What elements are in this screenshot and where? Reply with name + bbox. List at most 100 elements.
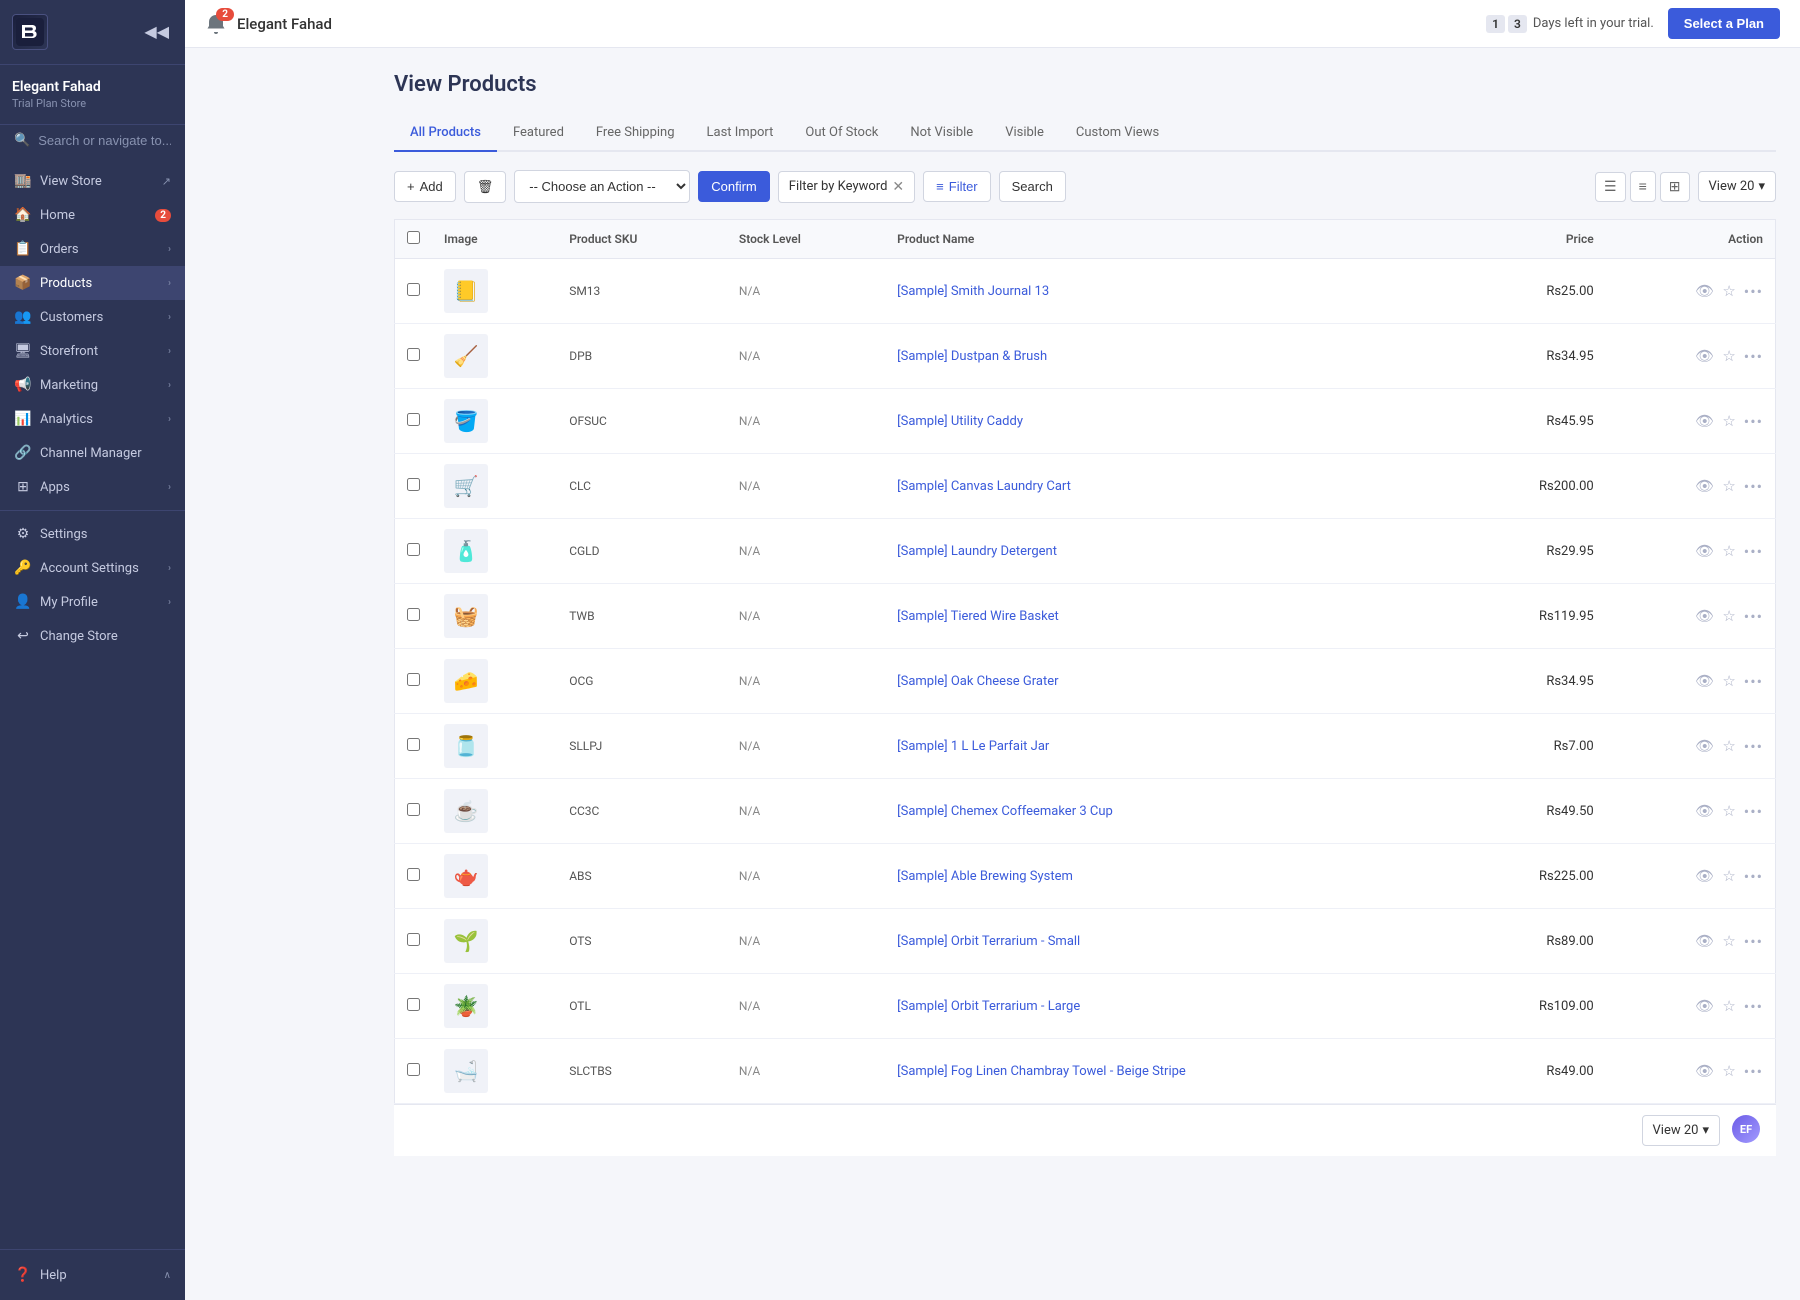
tab-visible[interactable]: Visible [989, 115, 1060, 152]
search-button[interactable]: Search [999, 171, 1066, 202]
star-icon[interactable]: ☆ [1722, 347, 1735, 365]
product-name-link[interactable]: [Sample] Orbit Terrarium - Large [897, 999, 1080, 1014]
product-name-link[interactable]: [Sample] Laundry Detergent [897, 544, 1057, 559]
tab-out-of-stock[interactable]: Out Of Stock [789, 115, 894, 152]
product-name-link[interactable]: [Sample] Canvas Laundry Cart [897, 479, 1071, 494]
star-icon[interactable]: ☆ [1722, 802, 1735, 820]
eye-icon[interactable]: 👁 [1695, 997, 1714, 1015]
more-options-icon[interactable]: ••• [1744, 477, 1763, 496]
eye-icon[interactable]: 👁 [1695, 867, 1714, 885]
star-icon[interactable]: ☆ [1722, 282, 1735, 300]
row-checkbox[interactable] [407, 998, 420, 1011]
sidebar-item-orders[interactable]: 📋 Orders › [0, 232, 185, 266]
eye-icon[interactable]: 👁 [1695, 347, 1714, 365]
confirm-button[interactable]: Confirm [698, 171, 770, 202]
star-icon[interactable]: ☆ [1722, 607, 1735, 625]
sidebar-item-my-profile[interactable]: 👤 My Profile › [0, 585, 185, 619]
eye-icon[interactable]: 👁 [1695, 672, 1714, 690]
eye-icon[interactable]: 👁 [1695, 412, 1714, 430]
row-checkbox[interactable] [407, 413, 420, 426]
sidebar-item-view-store[interactable]: 🏬 View Store ↗ [0, 164, 185, 198]
eye-icon[interactable]: 👁 [1695, 607, 1714, 625]
sidebar-item-home[interactable]: 🏠 Home 2 [0, 198, 185, 232]
more-options-icon[interactable]: ••• [1744, 867, 1763, 886]
search-input[interactable] [38, 133, 171, 148]
sidebar-item-storefront[interactable]: 🖥 Storefront › [0, 334, 185, 368]
sidebar-item-channel-manager[interactable]: 🔗 Channel Manager [0, 436, 185, 470]
star-icon[interactable]: ☆ [1722, 542, 1735, 560]
star-icon[interactable]: ☆ [1722, 867, 1735, 885]
tab-all-products[interactable]: All Products [394, 115, 497, 152]
action-select[interactable]: -- Choose an Action -- Delete Set as Fea… [514, 170, 690, 203]
eye-icon[interactable]: 👁 [1695, 932, 1714, 950]
tab-not-visible[interactable]: Not Visible [894, 115, 989, 152]
star-icon[interactable]: ☆ [1722, 932, 1735, 950]
row-checkbox[interactable] [407, 348, 420, 361]
product-name-link[interactable]: [Sample] Smith Journal 13 [897, 284, 1049, 299]
grid-view-icon[interactable]: ⊞ [1660, 172, 1690, 202]
star-icon[interactable]: ☆ [1722, 672, 1735, 690]
sidebar-item-analytics[interactable]: 📊 Analytics › [0, 402, 185, 436]
select-all-checkbox[interactable] [407, 231, 420, 244]
select-plan-button[interactable]: Select a Plan [1668, 8, 1780, 39]
more-options-icon[interactable]: ••• [1744, 932, 1763, 951]
eye-icon[interactable]: 👁 [1695, 542, 1714, 560]
tab-custom-views[interactable]: Custom Views [1060, 115, 1175, 152]
sidebar-item-help[interactable]: ❓ Help ∧ [0, 1258, 185, 1292]
filter-clear-icon[interactable]: ✕ [892, 179, 904, 195]
star-icon[interactable]: ☆ [1722, 412, 1735, 430]
collapse-sidebar-button[interactable]: ◀◀ [140, 18, 173, 46]
view-20-bottom[interactable]: View 20 ▾ [1642, 1115, 1720, 1146]
sidebar-item-apps[interactable]: ⊞ Apps › [0, 470, 185, 504]
tab-free-shipping[interactable]: Free Shipping [580, 115, 691, 152]
more-options-icon[interactable]: ••• [1744, 282, 1763, 301]
product-name-link[interactable]: [Sample] Oak Cheese Grater [897, 674, 1058, 689]
search-nav[interactable]: 🔍 [0, 125, 185, 156]
more-options-icon[interactable]: ••• [1744, 607, 1763, 626]
product-name-link[interactable]: [Sample] Orbit Terrarium - Small [897, 934, 1080, 949]
compact-view-icon[interactable]: ≡ [1630, 171, 1656, 202]
eye-icon[interactable]: 👁 [1695, 1062, 1714, 1080]
view-20-select[interactable]: View 20 ▾ [1698, 171, 1776, 202]
product-name-link[interactable]: [Sample] Chemex Coffeemaker 3 Cup [897, 804, 1113, 819]
more-options-icon[interactable]: ••• [1744, 997, 1763, 1016]
star-icon[interactable]: ☆ [1722, 1062, 1735, 1080]
more-options-icon[interactable]: ••• [1744, 542, 1763, 561]
eye-icon[interactable]: 👁 [1695, 282, 1714, 300]
star-icon[interactable]: ☆ [1722, 477, 1735, 495]
more-options-icon[interactable]: ••• [1744, 347, 1763, 366]
sidebar-item-customers[interactable]: 👥 Customers › [0, 300, 185, 334]
row-checkbox[interactable] [407, 478, 420, 491]
add-button[interactable]: + Add [394, 171, 456, 202]
star-icon[interactable]: ☆ [1722, 737, 1735, 755]
eye-icon[interactable]: 👁 [1695, 477, 1714, 495]
sidebar-item-account-settings[interactable]: 🔑 Account Settings › [0, 551, 185, 585]
more-options-icon[interactable]: ••• [1744, 672, 1763, 691]
more-options-icon[interactable]: ••• [1744, 1062, 1763, 1081]
filter-button[interactable]: ≡ Filter [923, 171, 990, 202]
row-checkbox[interactable] [407, 868, 420, 881]
more-options-icon[interactable]: ••• [1744, 802, 1763, 821]
more-options-icon[interactable]: ••• [1744, 412, 1763, 431]
list-view-icon[interactable]: ☰ [1595, 172, 1626, 202]
star-icon[interactable]: ☆ [1722, 997, 1735, 1015]
product-name-link[interactable]: [Sample] 1 L Le Parfait Jar [897, 739, 1049, 754]
product-name-link[interactable]: [Sample] Tiered Wire Basket [897, 609, 1059, 624]
sidebar-item-settings[interactable]: ⚙ Settings [0, 517, 185, 551]
product-name-link[interactable]: [Sample] Fog Linen Chambray Towel - Beig… [897, 1064, 1186, 1079]
delete-button[interactable]: 🗑 [464, 171, 507, 203]
sidebar-item-change-store[interactable]: ↩ Change Store [0, 619, 185, 653]
eye-icon[interactable]: 👁 [1695, 737, 1714, 755]
row-checkbox[interactable] [407, 803, 420, 816]
more-options-icon[interactable]: ••• [1744, 737, 1763, 756]
sidebar-item-products[interactable]: 📦 Products › [0, 266, 185, 300]
row-checkbox[interactable] [407, 283, 420, 296]
row-checkbox[interactable] [407, 738, 420, 751]
eye-icon[interactable]: 👁 [1695, 802, 1714, 820]
row-checkbox[interactable] [407, 543, 420, 556]
row-checkbox[interactable] [407, 608, 420, 621]
sidebar-item-marketing[interactable]: 📢 Marketing › [0, 368, 185, 402]
row-checkbox[interactable] [407, 1063, 420, 1076]
product-name-link[interactable]: [Sample] Able Brewing System [897, 869, 1073, 884]
tab-last-import[interactable]: Last Import [691, 115, 790, 152]
